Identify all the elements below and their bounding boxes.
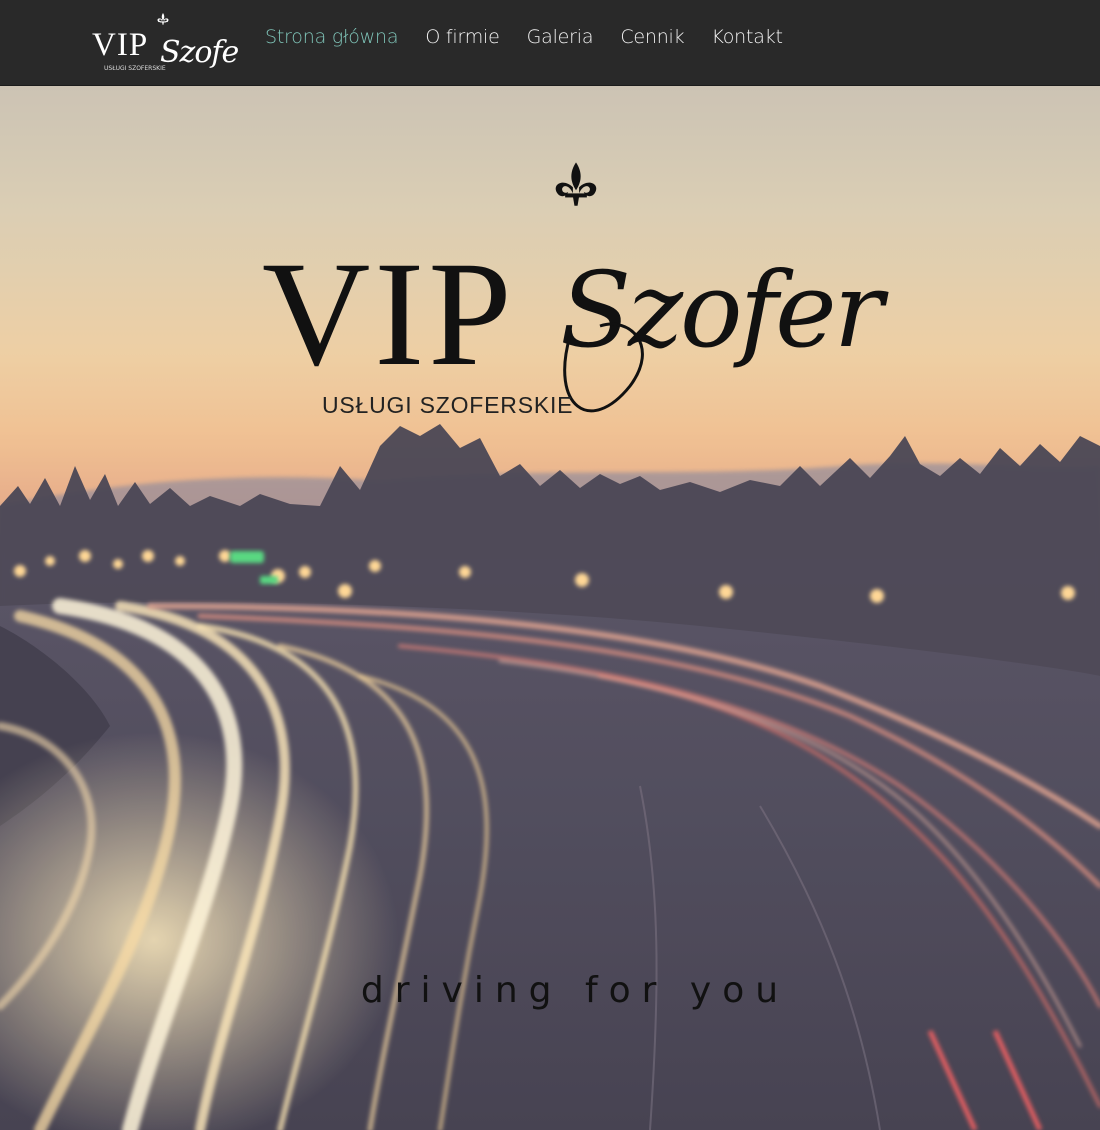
menu-item-gallery[interactable]: Galeria (527, 26, 594, 48)
menu-item-about[interactable]: O firmie (425, 26, 500, 48)
hero-logo-script-text: Szofer (560, 249, 889, 371)
header-logo-subtitle: USŁUGI SZOFERSKIE (104, 65, 166, 72)
hero-logo-subtitle: USŁUGI SZOFERSKIE (322, 392, 573, 418)
header-logo-script-text: Szofer (160, 35, 240, 70)
menu-item-contact[interactable]: Kontakt (711, 26, 783, 48)
hero-logo-main-text: VIP (262, 231, 516, 397)
hero-logo: VIP Szofer USŁUGI SZOFERSKIE (262, 162, 892, 418)
hero-section: VIP Szofer USŁUGI SZOFERSKIE driving for… (0, 86, 1100, 1130)
hero-tagline: driving for you (360, 970, 790, 1011)
fleur-de-lis-icon (157, 12, 169, 25)
header-logo-main-text: VIP (92, 27, 148, 63)
header-logo-link[interactable]: VIP Szofer USŁUGI SZOFERSKIE (90, 10, 255, 76)
hero-fleur-de-lis-icon (555, 162, 597, 206)
menu-item-home[interactable]: Strona główna (265, 26, 399, 48)
header-logo: VIP Szofer USŁUGI SZOFERSKIE (92, 12, 255, 72)
main-menu: Strona główna O firmie Galeria Cennik Ko… (265, 0, 810, 74)
menu-item-pricing[interactable]: Cennik (620, 26, 684, 48)
top-navbar: VIP Szofer USŁUGI SZOFERSKIE Strona głów… (0, 0, 1100, 86)
